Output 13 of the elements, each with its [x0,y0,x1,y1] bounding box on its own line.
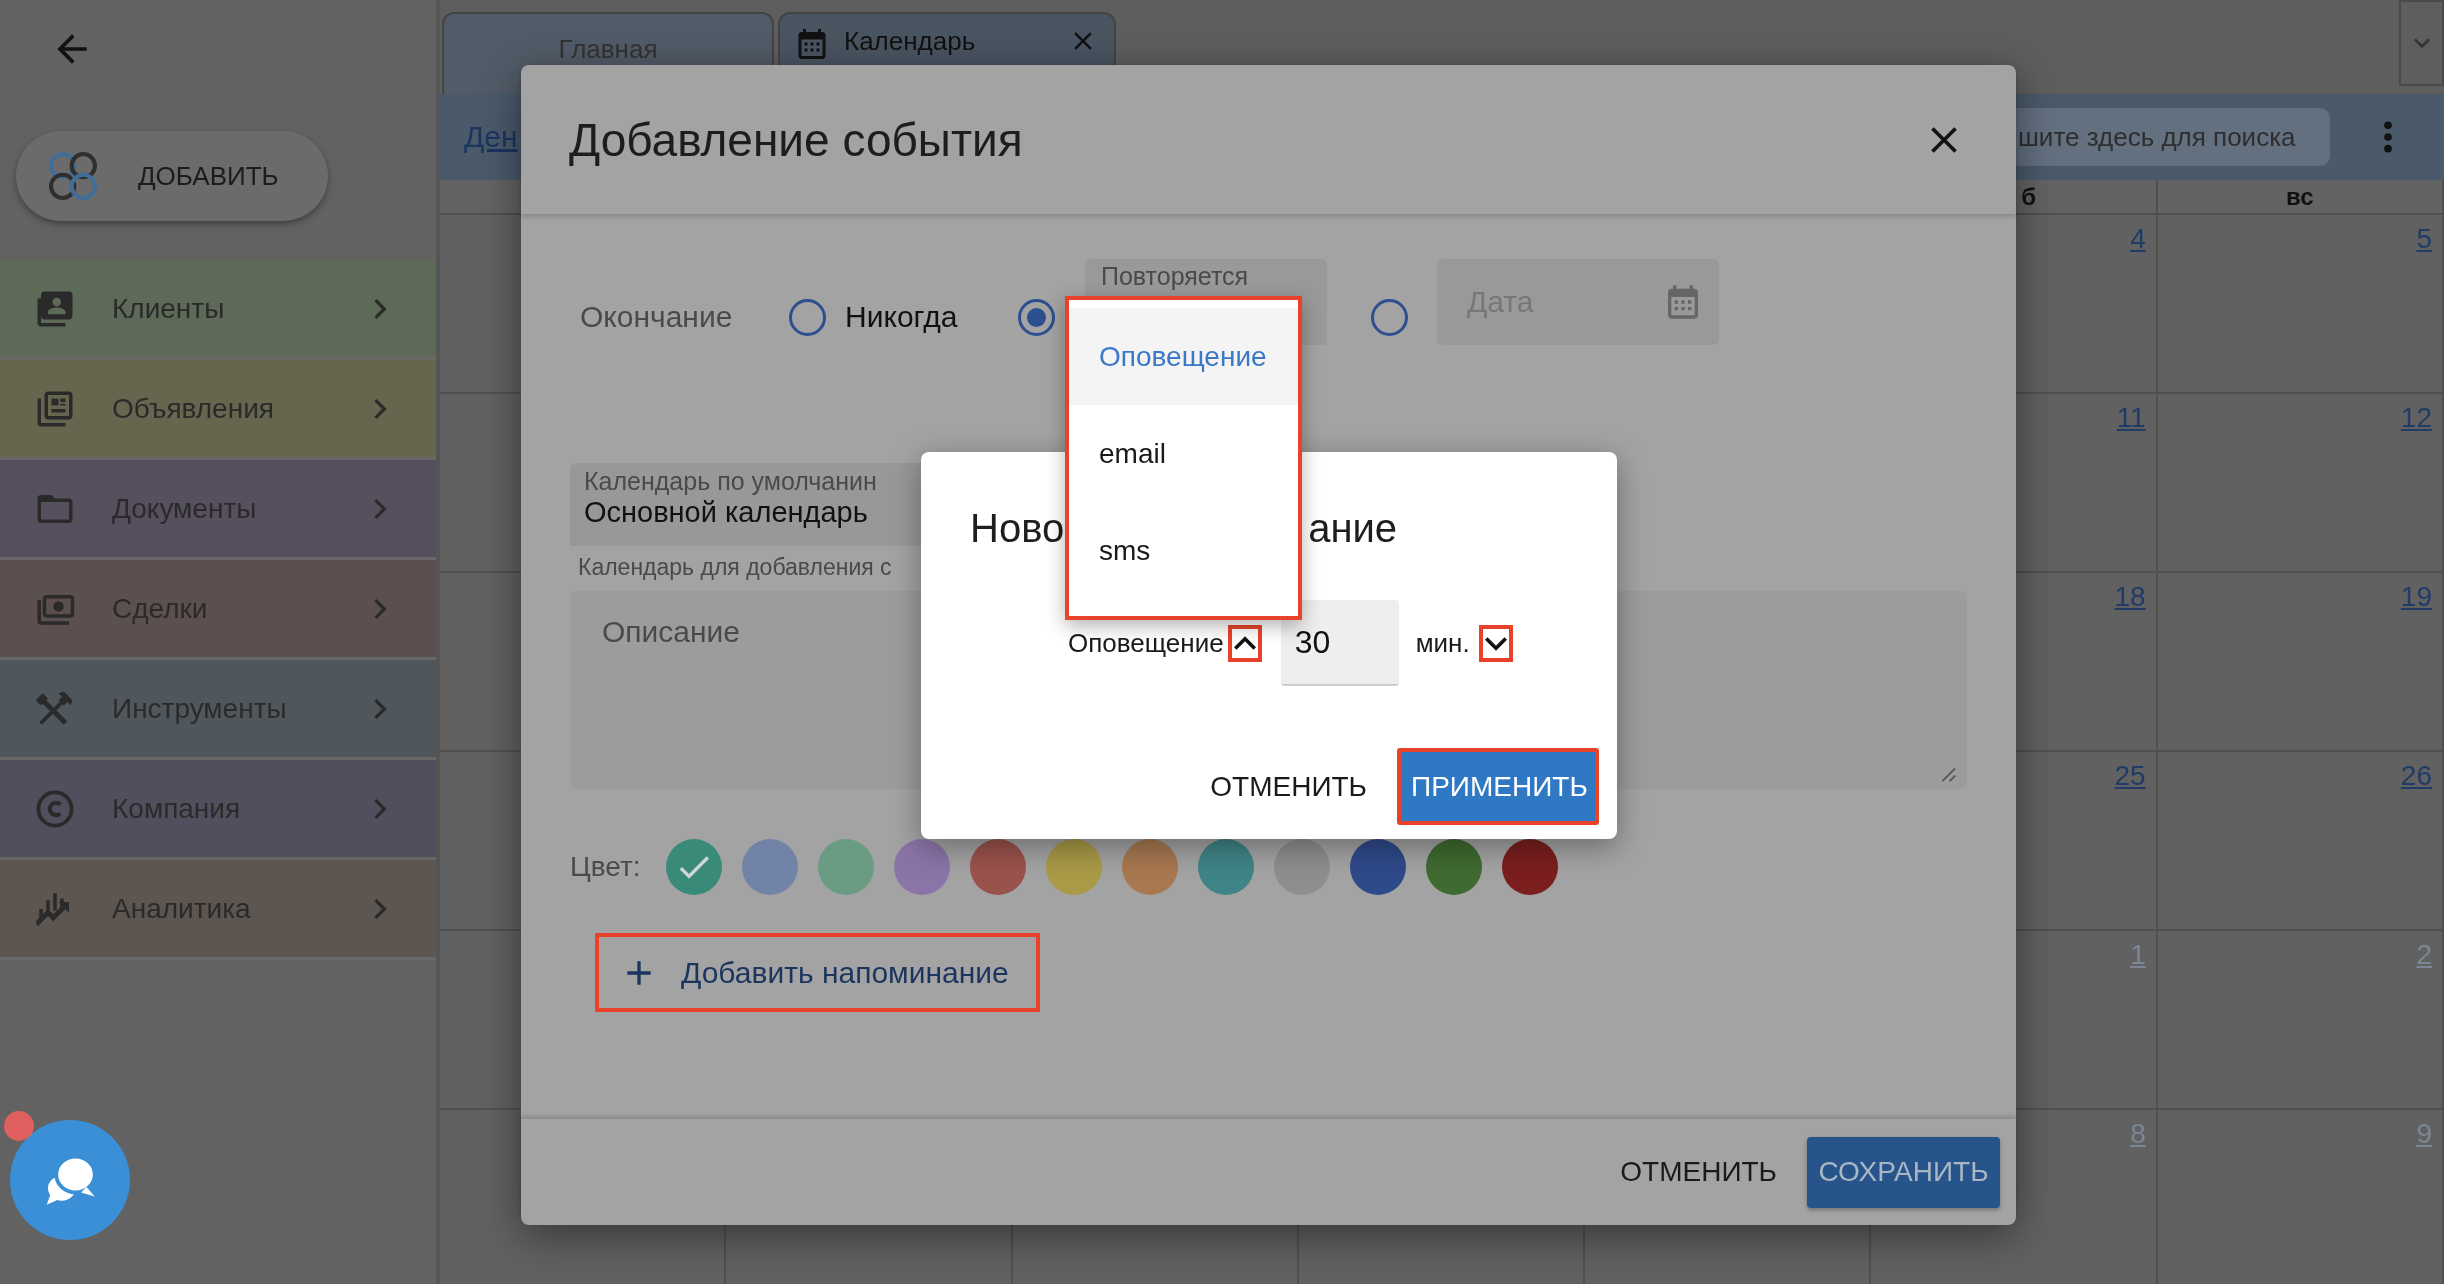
dialog-title: ание [1308,505,1398,552]
dialog-title: Добавление события [569,112,1024,167]
unit-label: мин. [1415,627,1470,659]
dialog-title: Ново [970,505,1065,552]
helper-text: Календарь для добавления с [578,554,892,581]
field-label: Оповещение [1068,627,1224,659]
field-label: Календарь по умолчанин [584,467,878,496]
field-value: Основной календарь [584,496,869,529]
weekday-header: вс [2157,180,2444,215]
sidebar-label: Объявления [112,392,275,425]
color-label: Цвет: [570,851,642,883]
field-label: Окончание [580,300,734,334]
sidebar-label: Клиенты [112,292,226,325]
